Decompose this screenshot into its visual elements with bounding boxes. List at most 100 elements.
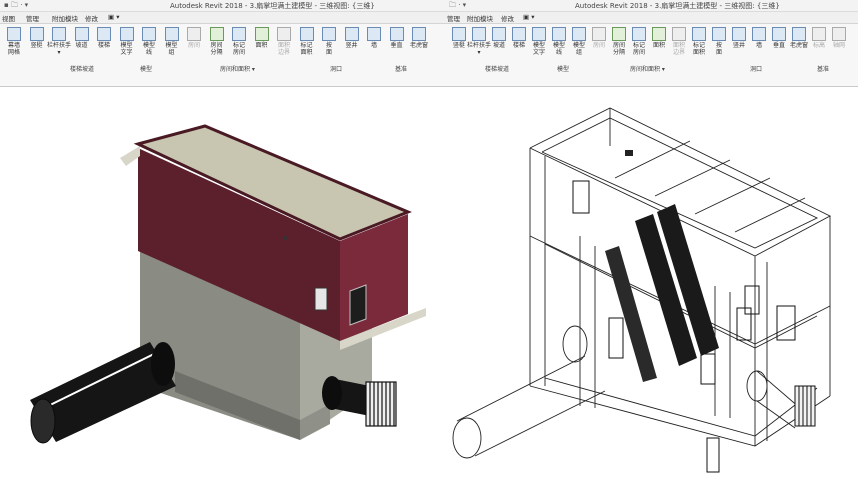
- right-tab-modify[interactable]: 修改: [501, 13, 514, 23]
- right-tab-context-button[interactable]: ▣ ▾: [523, 13, 534, 21]
- left-ribbon-tool[interactable]: 面积 边界: [272, 27, 296, 56]
- tool-label: 轴网: [832, 42, 845, 49]
- left-ribbon-tool[interactable]: 垂直: [385, 27, 409, 49]
- left-ribbon-tool[interactable]: 幕墙 网格: [2, 27, 26, 56]
- left-ribbon-tool[interactable]: 模型 文字: [115, 27, 139, 56]
- ribbon-panel-label: 模型: [557, 66, 570, 73]
- tool-label: 竖梃: [30, 42, 43, 49]
- wire-window: [572, 180, 590, 214]
- left-ribbon-tool[interactable]: 房间: [182, 27, 206, 49]
- tool-icon: [367, 27, 381, 41]
- tool-icon: [97, 27, 111, 41]
- left-ribbon-tool[interactable]: 房间 分隔: [205, 27, 229, 56]
- tool-icon: [752, 27, 766, 41]
- tool-icon: [472, 27, 486, 41]
- left-ribbon-tool[interactable]: 竖梃: [25, 27, 49, 49]
- tool-label: 标记 面积: [300, 42, 313, 56]
- tool-icon: [142, 27, 156, 41]
- ribbon-panel-label: 房间和面积 ▾: [630, 66, 665, 73]
- wire-beam: [654, 159, 731, 197]
- tool-icon: [452, 27, 466, 41]
- wire-left-pipe: [456, 355, 586, 422]
- left-revit-window-header: ▪ 🗀 · ▾ Autodesk Revit 2018 - 3.扇掌坦满土建模型…: [0, 0, 445, 87]
- wall-lamp: [283, 236, 287, 240]
- left-ribbon-tool[interactable]: 老虎窗: [407, 27, 431, 49]
- tool-icon: [792, 27, 806, 41]
- left-ribbon-tool[interactable]: 墙: [362, 27, 386, 49]
- tool-icon: [712, 27, 726, 41]
- wire-right-pipe: [756, 400, 796, 429]
- left-ribbon-tool[interactable]: 坡道: [70, 27, 94, 49]
- left-ribbon-tool[interactable]: 模型 组: [160, 27, 184, 56]
- left-ribbon-tool[interactable]: 面积: [250, 27, 274, 49]
- right-quick-access-toolbar[interactable]: 🗀 · ▾: [449, 1, 466, 12]
- tool-icon: [732, 27, 746, 41]
- left-3d-view-shaded[interactable]: [0, 86, 445, 480]
- left-quick-access-toolbar[interactable]: ▪ 🗀 · ▾: [4, 1, 28, 12]
- ribbon-panel-label: 洞口: [750, 66, 763, 73]
- right-3d-view-wireframe[interactable]: [445, 86, 858, 480]
- tool-label: 模型 文字: [120, 42, 133, 56]
- tool-icon: [299, 27, 314, 41]
- left-ribbon-tool[interactable]: 模型 线: [137, 27, 161, 56]
- right-tab-addins[interactable]: 附加模块: [467, 13, 493, 23]
- tool-label: 楼梯: [97, 42, 110, 49]
- left-ribbon-tool[interactable]: 竖井: [340, 27, 364, 49]
- tool-icon: [612, 27, 626, 41]
- left-window-title: Autodesk Revit 2018 - 3.扇掌坦满土建模型 - 三维视图:…: [170, 2, 375, 10]
- tool-icon: [552, 27, 566, 41]
- right-ribbon-panels: 竖梃 栏杆扶手 ▾ 坡道 楼梯 模型 文字 模型 线模型 组房间 房间 分隔 标记 房间 面积面…: [445, 23, 858, 75]
- ribbon-panel-label: 楼梯坡道: [485, 66, 510, 73]
- ribbon-panel-label: 基准: [395, 66, 408, 73]
- tool-icon: [52, 27, 66, 41]
- tool-icon: [692, 27, 706, 41]
- left-ribbon-tool[interactable]: 楼梯: [92, 27, 116, 49]
- left-tab-addins[interactable]: 附加模块: [52, 13, 78, 23]
- wireframe-model-canvas: [452, 107, 831, 473]
- tool-icon: [389, 27, 404, 41]
- wire-beam: [734, 197, 806, 233]
- left-ribbon-tool[interactable]: 标记 面积: [295, 27, 319, 56]
- tool-icon: [322, 27, 336, 41]
- tool-icon: [119, 27, 134, 41]
- right-tab-manage[interactable]: 管理: [447, 13, 460, 23]
- wire-beam: [694, 177, 771, 215]
- left-ribbon-tool[interactable]: 按 面: [317, 27, 341, 56]
- ribbon-panel-label: 洞口: [330, 66, 343, 73]
- ribbon-panel-label: 楼梯坡道: [70, 66, 95, 73]
- wire-right-pipe: [756, 370, 801, 409]
- left-ribbon-tool[interactable]: 标记 房间: [227, 27, 251, 56]
- tool-icon: [254, 27, 269, 41]
- tool-icon: [492, 27, 506, 41]
- tool-icon: [277, 27, 291, 41]
- right-pipe-grille: [365, 381, 397, 427]
- tool-icon: [412, 27, 426, 41]
- left-pipe-end: [30, 398, 56, 444]
- left-tab-manage[interactable]: 管理: [26, 13, 39, 23]
- tool-label: 面积: [255, 42, 268, 49]
- left-tab-view[interactable]: 视图: [2, 13, 15, 23]
- left-title-bar: ▪ 🗀 · ▾ Autodesk Revit 2018 - 3.扇掌坦满土建模型…: [0, 0, 445, 12]
- upper-window: [314, 287, 328, 311]
- left-tab-context-button[interactable]: ▣ ▾: [108, 13, 119, 21]
- ribbon-panel-label: 模型: [140, 66, 153, 73]
- tool-icon: [672, 27, 686, 41]
- wire-window: [736, 307, 752, 341]
- right-ribbon-tool[interactable]: 轴网: [827, 27, 851, 49]
- tool-icon: [592, 27, 606, 41]
- left-tab-modify[interactable]: 修改: [85, 13, 98, 23]
- tool-icon: [632, 27, 646, 41]
- tool-icon: [812, 27, 826, 41]
- tool-label: 坡道: [75, 42, 88, 49]
- right-revit-window-header: 🗀 · ▾ Autodesk Revit 2018 - 3.扇掌坦满土建模型 -…: [445, 0, 858, 87]
- tool-icon: [29, 27, 44, 41]
- tool-label: 模型 线: [142, 42, 155, 56]
- tool-icon: [512, 27, 526, 41]
- tool-label: 房间: [187, 42, 200, 49]
- left-ribbon-tool[interactable]: 栏杆扶手 ▾: [47, 27, 71, 56]
- roof-cornice-left: [120, 146, 140, 166]
- tool-label: 栏杆扶手 ▾: [47, 42, 72, 56]
- wire-left-pipe-end: [452, 417, 482, 459]
- wire-window: [706, 437, 720, 473]
- right-pipe-inlet: [322, 376, 342, 410]
